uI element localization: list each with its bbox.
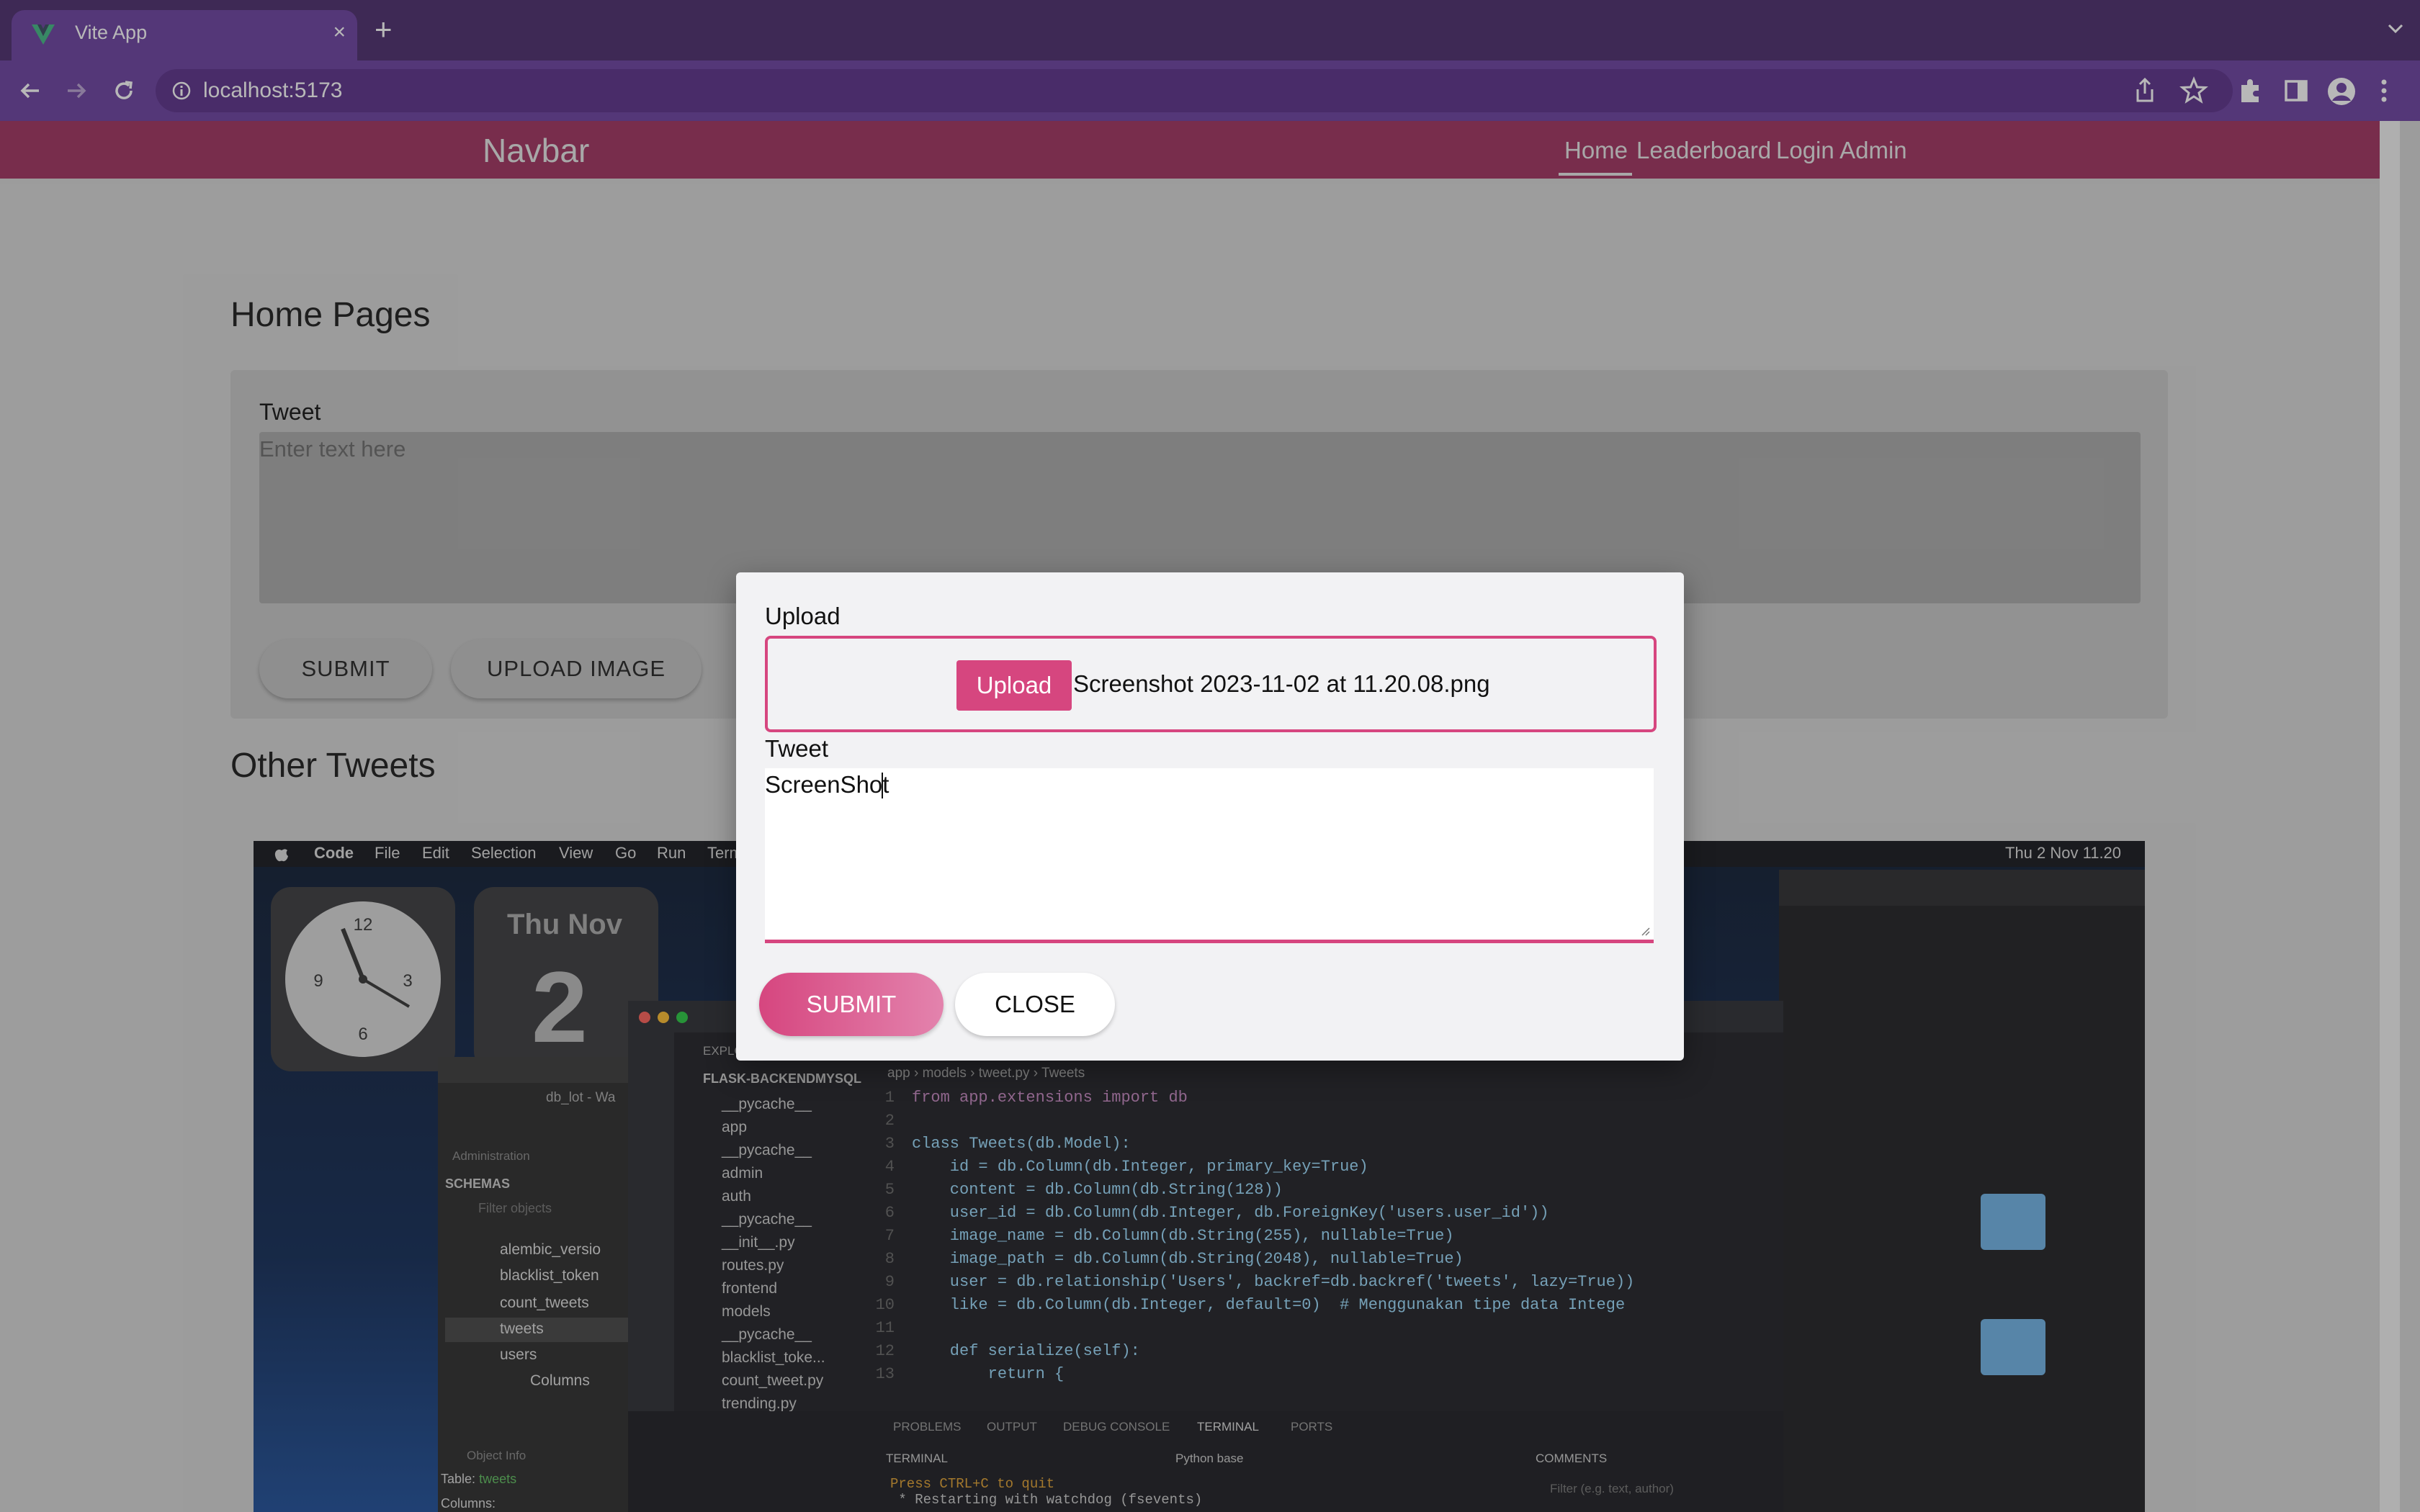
upload-dialog: Upload Upload Screenshot 2023-11-02 at 1… [736, 572, 1684, 1061]
dialog-tweet-label: Tweet [765, 735, 829, 762]
dialog-tweet-value: ScreenShot [765, 771, 889, 798]
selected-file-name: Screenshot 2023-11-02 at 11.20.08.png [1073, 670, 1490, 697]
resize-handle-icon[interactable] [1639, 925, 1651, 937]
file-input[interactable]: Upload Screenshot 2023-11-02 at 11.20.08… [765, 636, 1657, 732]
text-caret [882, 773, 883, 798]
dialog-submit-button[interactable]: SUBMIT [759, 973, 944, 1036]
upload-label: Upload [765, 603, 841, 629]
upload-button[interactable]: Upload [956, 660, 1072, 711]
dialog-close-button[interactable]: CLOSE [955, 973, 1115, 1036]
dialog-tweet-textarea[interactable]: ScreenShot [765, 768, 1654, 943]
